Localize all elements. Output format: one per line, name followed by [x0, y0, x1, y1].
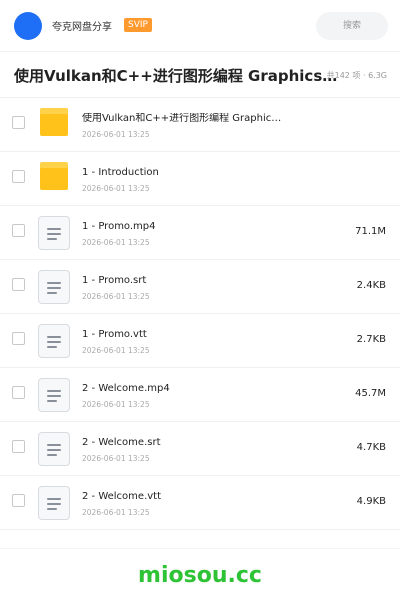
row-checkbox[interactable] — [12, 494, 25, 507]
document-icon — [38, 270, 70, 304]
page-title: 使用Vulkan和C++进行图形编程 Graphics Programming … — [14, 67, 340, 85]
row-checkbox[interactable] — [12, 386, 25, 399]
file-name: 1 - Promo.mp4 — [82, 221, 156, 232]
file-size: 71.1M — [355, 226, 386, 237]
file-row[interactable]: 1 - Introduction 2026-06-01 13:25 — [0, 152, 400, 206]
file-size: 4.9KB — [356, 496, 386, 507]
row-checkbox[interactable] — [12, 170, 25, 183]
file-name: 1 - Introduction — [82, 167, 159, 178]
file-name: 2 - Welcome.mp4 — [82, 383, 170, 394]
file-row[interactable]: 2 - Welcome.vtt 2026-06-01 13:25 4.9KB — [0, 476, 400, 530]
file-row[interactable]: 2 - Welcome.srt 2026-06-01 13:25 4.7KB — [0, 422, 400, 476]
file-date: 2026-06-01 13:25 — [82, 346, 150, 355]
file-row[interactable]: 2 - Welcome.mp4 2026-06-01 13:25 45.7M — [0, 368, 400, 422]
file-size: 45.7M — [355, 388, 386, 399]
file-name: 1 - Promo.srt — [82, 275, 147, 286]
row-checkbox[interactable] — [12, 440, 25, 453]
file-size: 2.4KB — [356, 280, 386, 291]
row-checkbox[interactable] — [12, 278, 25, 291]
file-size: 2.7KB — [356, 334, 386, 345]
file-row[interactable]: 1 - Promo.srt 2026-06-01 13:25 2.4KB — [0, 260, 400, 314]
file-date: 2026-06-01 13:25 — [82, 508, 150, 517]
avatar[interactable] — [14, 12, 42, 40]
file-date: 2026-06-01 13:25 — [82, 454, 150, 463]
file-row[interactable]: 使用Vulkan和C++进行图形编程 Graphics Programming … — [0, 98, 400, 152]
file-name: 2 - Welcome.srt — [82, 437, 161, 448]
document-icon — [38, 486, 70, 520]
svip-badge: SVIP — [124, 18, 152, 32]
row-checkbox[interactable] — [12, 332, 25, 345]
document-icon — [38, 378, 70, 412]
document-icon — [38, 324, 70, 358]
file-name: 1 - Promo.vtt — [82, 329, 147, 340]
folder-icon — [38, 108, 70, 140]
file-name: 2 - Welcome.vtt — [82, 491, 162, 502]
document-icon — [38, 216, 70, 250]
top-bar: 夸克网盘分享 SVIP 搜索 — [0, 0, 400, 52]
folder-header: 使用Vulkan和C++进行图形编程 Graphics Programming … — [0, 52, 400, 98]
row-checkbox[interactable] — [12, 116, 25, 129]
watermark-text: miosou.cc — [138, 563, 262, 588]
document-icon — [38, 432, 70, 466]
file-size: 4.7KB — [356, 442, 386, 453]
file-row[interactable]: 1 - Promo.mp4 2026-06-01 13:25 71.1M — [0, 206, 400, 260]
footer: miosou.cc — [0, 548, 400, 600]
file-date: 2026-06-01 13:25 — [82, 292, 150, 301]
file-date: 2026-06-01 13:25 — [82, 238, 150, 247]
row-checkbox[interactable] — [12, 224, 25, 237]
app-name: 夸克网盘分享 — [52, 22, 112, 33]
file-list: 使用Vulkan和C++进行图形编程 Graphics Programming … — [0, 98, 400, 530]
file-date: 2026-06-01 13:25 — [82, 184, 150, 193]
folder-icon — [38, 162, 70, 194]
file-name: 使用Vulkan和C++进行图形编程 Graphics Programming … — [82, 113, 282, 124]
file-date: 2026-06-01 13:25 — [82, 130, 150, 139]
file-row[interactable]: 1 - Promo.vtt 2026-06-01 13:25 2.7KB — [0, 314, 400, 368]
search-button[interactable]: 搜索 — [316, 12, 388, 40]
file-date: 2026-06-01 13:25 — [82, 400, 150, 409]
folder-meta: 共142 项 · 6.3G — [326, 71, 387, 80]
